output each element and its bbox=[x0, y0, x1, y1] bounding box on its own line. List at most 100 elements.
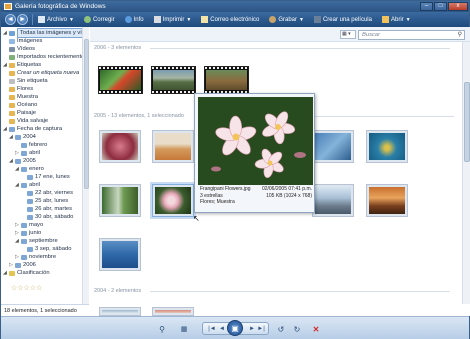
forward-button[interactable]: ► bbox=[17, 14, 28, 25]
photo-thumbnail-selected[interactable] bbox=[152, 184, 194, 217]
bottom-controls: ⚲ ▦ |◄ ◄ ▣ ► ►| ↺ ↻ ✕ bbox=[1, 316, 469, 339]
sidebar-item-2006[interactable]: ▷ 2006 bbox=[9, 261, 36, 269]
sidebar-item-all[interactable]: ◢ Todas las imágenes y vídeos bbox=[3, 28, 88, 38]
photo-thumbnail[interactable] bbox=[99, 238, 141, 271]
sidebar-item-apr-26[interactable]: 26 abr, martes bbox=[27, 205, 72, 213]
photos-icon bbox=[9, 30, 15, 36]
photo-thumbnail[interactable] bbox=[152, 307, 194, 316]
sidebar-item-videos[interactable]: Vídeos bbox=[9, 45, 35, 53]
rotate-left-icon: ↺ bbox=[277, 324, 285, 334]
sidebar-item-label: abril bbox=[29, 150, 40, 156]
rating-filter-stars[interactable]: ☆☆☆☆☆ bbox=[11, 284, 42, 292]
sidebar-item-label: enero bbox=[29, 166, 44, 172]
sidebar-item-jan-17[interactable]: 17 ene, lunes bbox=[27, 173, 70, 181]
sidebar-scroll-thumb[interactable] bbox=[84, 39, 89, 189]
calendar-icon bbox=[21, 166, 27, 172]
sidebar-item-label: Importados recientemente bbox=[17, 54, 85, 60]
sidebar-item-date-taken[interactable]: ◢ Fecha de captura bbox=[3, 125, 62, 133]
calendar-icon bbox=[9, 126, 15, 132]
video-thumbnail[interactable] bbox=[204, 66, 249, 94]
toolbar: ◄ ► Archivo ▼ Corregir Info Imprimir ▼ Cor… bbox=[1, 12, 469, 27]
delete-button[interactable]: ✕ bbox=[309, 323, 323, 335]
photo-thumbnail[interactable] bbox=[366, 130, 408, 163]
sidebar-item-tags[interactable]: ◢ Etiquetas bbox=[3, 61, 41, 69]
photo-thumbnail[interactable] bbox=[99, 130, 141, 163]
sidebar-item-apr-30[interactable]: 30 abr, sábado bbox=[27, 213, 73, 221]
image-icon bbox=[9, 38, 15, 44]
sidebar-item-flowers[interactable]: Flores bbox=[9, 85, 33, 93]
view-options-button[interactable]: ▦ ▾ bbox=[340, 30, 356, 39]
sidebar-item-2004[interactable]: ◢ 2004 bbox=[9, 133, 36, 141]
sidebar-item-untagged[interactable]: Sin etiqueta bbox=[9, 77, 48, 85]
gallery-scroll-thumb[interactable] bbox=[464, 82, 470, 162]
sidebar-item-sep-3[interactable]: 3 sep, sábado bbox=[27, 245, 71, 253]
email-button[interactable]: Correo electrónico bbox=[196, 12, 264, 27]
open-menu[interactable]: Abrir ▼ bbox=[377, 12, 416, 27]
sidebar-item-label: Crear un etiqueta nueva bbox=[17, 70, 80, 76]
minimize-button[interactable]: – bbox=[420, 2, 433, 11]
sidebar-item-nov[interactable]: ▷ noviembre bbox=[15, 253, 56, 261]
sidebar-item-new-tag[interactable]: Crear un etiqueta nueva bbox=[9, 69, 79, 77]
gallery-scrollbar[interactable] bbox=[462, 42, 470, 304]
calendar-icon bbox=[15, 158, 21, 164]
group-header-2006[interactable]: 2006 - 3 elementos bbox=[94, 45, 141, 51]
close-button[interactable]: x bbox=[448, 2, 468, 11]
fix-icon bbox=[83, 16, 91, 23]
search-icon[interactable]: ⚲ bbox=[458, 31, 462, 39]
sidebar-item-jan[interactable]: ◢ enero bbox=[15, 165, 44, 173]
sidebar-item-landscape[interactable]: Paisaje bbox=[9, 109, 36, 117]
sidebar-item-apr-22[interactable]: 22 abr, viernes bbox=[27, 189, 73, 197]
movie-button[interactable]: Crear una película bbox=[309, 12, 377, 27]
sidebar-item-apr-25[interactable]: 25 abr, lunes bbox=[27, 197, 68, 205]
photo-thumbnail[interactable] bbox=[312, 130, 354, 163]
actual-size-button[interactable]: ▦ bbox=[177, 323, 191, 335]
info-button[interactable]: Info bbox=[120, 12, 149, 27]
video-thumbnail[interactable] bbox=[151, 66, 196, 94]
rotate-right-button[interactable]: ↻ bbox=[291, 323, 303, 335]
file-menu[interactable]: Archivo ▼ bbox=[33, 12, 79, 27]
search-input[interactable]: Buscar ⚲ bbox=[358, 30, 465, 40]
group-header-2004[interactable]: 2004 - 2 elementos bbox=[94, 288, 141, 294]
nav-buttons: ◄ ► bbox=[5, 14, 28, 25]
tag-icon bbox=[9, 78, 15, 84]
sidebar-item-recent[interactable]: Importados recientemente bbox=[3, 53, 84, 61]
sidebar-item-feb[interactable]: febrero bbox=[21, 141, 47, 149]
sidebar-item-rating[interactable]: ◢ Clasificación bbox=[3, 269, 50, 277]
envelope-icon bbox=[201, 16, 209, 23]
rotate-left-button[interactable]: ↺ bbox=[275, 323, 287, 335]
photo-thumbnail[interactable] bbox=[312, 184, 354, 217]
burn-menu[interactable]: Grabar ▼ bbox=[264, 12, 309, 27]
zoom-button[interactable]: ⚲ bbox=[153, 323, 171, 335]
sidebar-item-label: 17 ene, lunes bbox=[35, 174, 70, 180]
sidebar-item-apr-2004[interactable]: ▷ abril bbox=[15, 149, 40, 157]
navigation-pane: ◢ Todas las imágenes y vídeos Imágenes Ví… bbox=[1, 27, 89, 304]
photo-thumbnail[interactable] bbox=[152, 130, 194, 163]
maximize-button[interactable]: □ bbox=[434, 2, 447, 11]
slideshow-button[interactable]: ▣ bbox=[227, 320, 243, 336]
fix-button[interactable]: Corregir bbox=[79, 12, 120, 27]
rotate-right-icon: ↻ bbox=[293, 324, 301, 334]
back-button[interactable]: ◄ bbox=[5, 14, 16, 25]
last-button[interactable]: ►| bbox=[254, 323, 268, 335]
sidebar-item-sample[interactable]: Muestra bbox=[9, 93, 38, 101]
sidebar-item-label: Muestra bbox=[17, 94, 38, 100]
photo-thumbnail[interactable] bbox=[99, 307, 141, 316]
photo-thumbnail[interactable] bbox=[99, 184, 141, 217]
sidebar-item-label: Vida salvaje bbox=[17, 118, 49, 124]
print-menu[interactable]: Imprimir ▼ bbox=[149, 12, 197, 27]
sidebar-item-apr-2005[interactable]: ◢ abril bbox=[15, 181, 40, 189]
sidebar-item-june[interactable]: ▷ junio bbox=[15, 229, 41, 237]
sidebar-item-2005[interactable]: ◢ 2005 bbox=[9, 157, 36, 165]
sidebar-item-ocean[interactable]: Océano bbox=[9, 101, 37, 109]
sidebar-item-label: Clasificación bbox=[17, 270, 50, 276]
video-thumbnail[interactable] bbox=[98, 66, 143, 94]
group-header-2005[interactable]: 2005 - 13 elementos, 1 seleccionado bbox=[94, 113, 184, 119]
sidebar-item-images[interactable]: Imágenes bbox=[9, 37, 42, 45]
tag-icon bbox=[9, 118, 15, 124]
sidebar-scrollbar[interactable] bbox=[82, 27, 89, 304]
sidebar-item-sep[interactable]: ◢ septiembre bbox=[15, 237, 58, 245]
calendar-icon bbox=[27, 246, 33, 252]
sidebar-item-wildlife[interactable]: Vida salvaje bbox=[9, 117, 48, 125]
sidebar-item-may[interactable]: ▷ mayo bbox=[15, 221, 43, 229]
photo-thumbnail[interactable] bbox=[366, 184, 408, 217]
